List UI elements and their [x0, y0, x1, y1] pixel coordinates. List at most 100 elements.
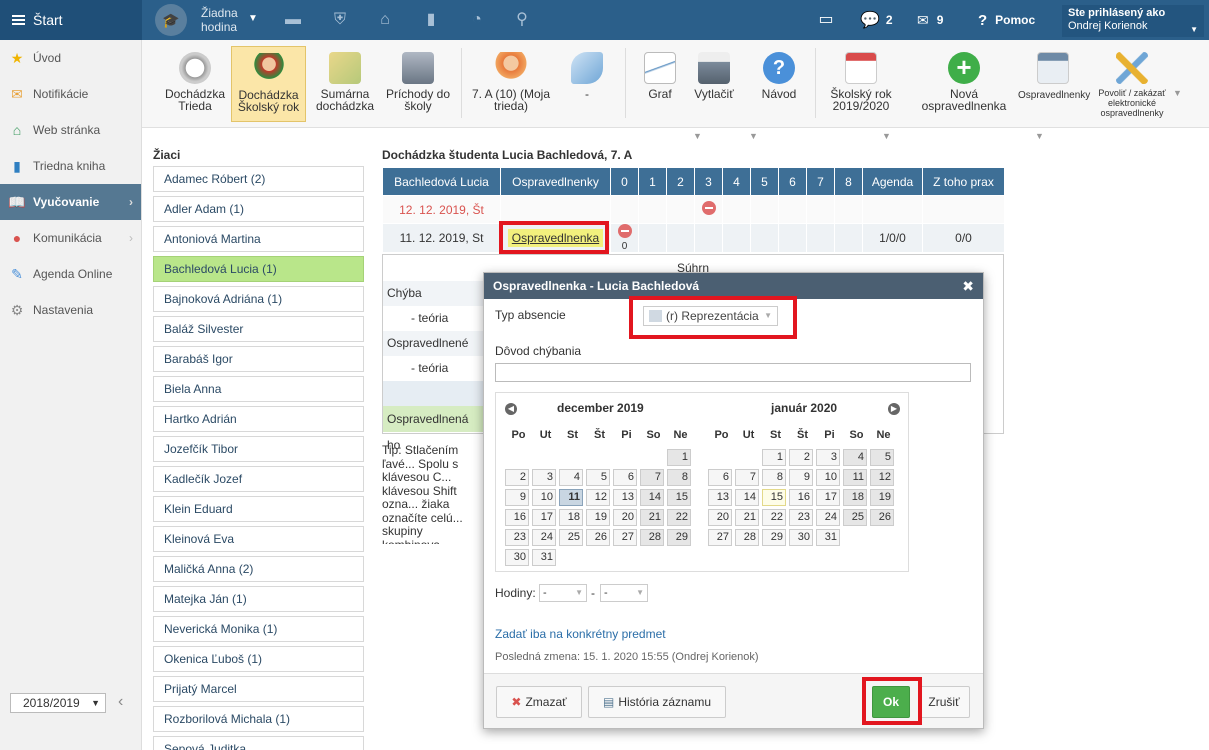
chevron-down-icon[interactable]: ▼	[749, 131, 758, 141]
student-item[interactable]: Biela Anna	[153, 376, 364, 402]
shield-icon[interactable]: ⛨	[330, 10, 350, 30]
sidebar-item-notifikacie[interactable]: ✉ Notifikácie	[0, 76, 141, 112]
school-year-select[interactable]: 2018/2019 ▼	[10, 693, 106, 713]
table-row[interactable]: 11. 12. 2019, St Ospravedlnenka 0 1/0/0 …	[382, 223, 1005, 253]
screen-share-icon[interactable]: ▭	[816, 10, 836, 30]
calendar-day[interactable]: 27	[613, 529, 637, 546]
sumarna-dochadzka-button[interactable]: Sumárna dochádzka	[309, 46, 381, 122]
calendar-day[interactable]: 22	[762, 509, 786, 526]
sidebar-item-agenda-online[interactable]: ✎ Agenda Online	[0, 256, 141, 292]
calendar-day[interactable]: 31	[816, 529, 840, 546]
bar-chart-icon[interactable]: ▮	[421, 10, 441, 30]
prev-month-icon[interactable]: ◀	[505, 403, 517, 415]
calendar-day[interactable]: 12	[586, 489, 610, 506]
hodiny-to-select[interactable]: - ▼	[600, 584, 648, 602]
povolit-zakazat-button[interactable]: Povoliť / zakázať elektronické ospravedl…	[1096, 46, 1168, 122]
calendar-day[interactable]: 2	[505, 469, 529, 486]
calendar-day[interactable]: 31	[532, 549, 556, 566]
calendar-day[interactable]: 3	[816, 449, 840, 466]
calendar-day[interactable]: 25	[559, 529, 583, 546]
calendar-day[interactable]: 19	[870, 489, 894, 506]
calendar-day[interactable]: 13	[708, 489, 732, 506]
calendar-day[interactable]: 10	[816, 469, 840, 486]
calendar-day[interactable]: 13	[613, 489, 637, 506]
calendar-day[interactable]: 30	[789, 529, 813, 546]
student-item[interactable]: Neverická Monika (1)	[153, 616, 364, 642]
dochadzka-trieda-button[interactable]: Dochádzka Trieda	[160, 46, 230, 122]
calendar-day[interactable]: 10	[532, 489, 556, 506]
student-item[interactable]: Antoniová Martina	[153, 226, 364, 252]
calendar-day[interactable]: 27	[708, 529, 732, 546]
chevron-down-icon[interactable]: ▼	[693, 131, 702, 141]
calendar-day[interactable]: 23	[789, 509, 813, 526]
student-item[interactable]: Adamec Róbert (2)	[153, 166, 364, 192]
calendar-day[interactable]: 28	[640, 529, 664, 546]
student-item[interactable]: Prijatý Marcel	[153, 676, 364, 702]
nova-ospravedlnenka-button[interactable]: + Nová ospravedlnenka	[920, 46, 1008, 122]
calendar-day[interactable]: 15	[667, 489, 691, 506]
gauge-icon[interactable]: ◔	[467, 10, 487, 30]
calendar-day[interactable]: 9	[505, 489, 529, 506]
sidebar-item-nastavenia[interactable]: ⚙ Nastavenia	[0, 292, 141, 328]
student-item[interactable]: Jozefčík Tibor	[153, 436, 364, 462]
graduation-cap-icon[interactable]: 🎓	[155, 4, 187, 36]
calendar-day[interactable]: 8	[667, 469, 691, 486]
calendar-day[interactable]: 26	[586, 529, 610, 546]
history-button[interactable]: ▤ História záznamu	[588, 686, 726, 718]
student-item[interactable]: Rozborilová Michala (1)	[153, 706, 364, 732]
start-menu-button[interactable]: Štart	[0, 0, 142, 40]
chevron-down-icon[interactable]: ▼	[1035, 131, 1044, 141]
calendar-day[interactable]: 1	[667, 449, 691, 466]
calendar-day[interactable]: 18	[843, 489, 867, 506]
calendar-day[interactable]: 1	[762, 449, 786, 466]
delete-button[interactable]: ✖ Zmazať	[496, 686, 582, 718]
chevron-down-icon[interactable]: ▼	[1173, 88, 1182, 98]
calendar-day[interactable]: 9	[789, 469, 813, 486]
close-icon[interactable]: ✖	[962, 273, 974, 299]
student-item[interactable]: Sepová Juditka	[153, 736, 364, 750]
calendar-day[interactable]: 29	[762, 529, 786, 546]
student-item[interactable]: Barabáš Igor	[153, 346, 364, 372]
messages-button[interactable]: 💬 2	[860, 0, 893, 40]
help-button[interactable]: ? Pomoc	[978, 0, 1035, 40]
calendar-day[interactable]: 4	[843, 449, 867, 466]
walking-icon[interactable]: ⚲	[512, 10, 532, 30]
calendar-day[interactable]: 8	[762, 469, 786, 486]
calendar-day[interactable]: 14	[640, 489, 664, 506]
student-item[interactable]: Adler Adam (1)	[153, 196, 364, 222]
calendar-day[interactable]: 22	[667, 509, 691, 526]
calendar-day[interactable]: 11	[559, 489, 583, 506]
briefcase-icon[interactable]: ▬	[283, 10, 303, 30]
class-selector[interactable]: 7. A (10) (Moja trieda)	[470, 46, 552, 122]
chevron-down-icon[interactable]: ▼	[248, 13, 258, 24]
calendar-day[interactable]: 25	[843, 509, 867, 526]
calendar-day[interactable]: 14	[735, 489, 759, 506]
calendar-day[interactable]: 15	[762, 489, 786, 506]
calendar-day[interactable]: 17	[532, 509, 556, 526]
calendar-day[interactable]: 26	[870, 509, 894, 526]
typ-absencie-select[interactable]: (r) Reprezentácia ▼	[643, 306, 778, 326]
vytlacit-button[interactable]: Vytlačiť	[690, 46, 738, 122]
sidebar-item-vyucovanie[interactable]: 📖 Vyučovanie ›	[0, 184, 141, 220]
student-item[interactable]: Klein Eduard	[153, 496, 364, 522]
calendar-day[interactable]: 16	[789, 489, 813, 506]
student-item[interactable]: Hartko Adrián	[153, 406, 364, 432]
ok-button[interactable]: Ok	[872, 686, 910, 718]
hodiny-from-select[interactable]: - ▼	[539, 584, 587, 602]
ospravedlnenky-button[interactable]: Ospravedlnenky	[1018, 46, 1090, 122]
calendar-day[interactable]: 24	[532, 529, 556, 546]
navod-button[interactable]: ? Návod	[754, 46, 804, 122]
mail-button[interactable]: ✉ 9	[917, 0, 943, 40]
calendar-day[interactable]: 20	[708, 509, 732, 526]
dochadzka-skolsky-rok-button[interactable]: Dochádzka Školský rok	[231, 46, 306, 122]
lesson-selector[interactable]: Žiadna hodina	[201, 6, 245, 34]
zadat-predmet-link[interactable]: Zadať iba na konkrétny predmet	[495, 627, 666, 641]
calendar-day[interactable]: 18	[559, 509, 583, 526]
bank-icon[interactable]: ⌂	[375, 10, 395, 30]
user-menu[interactable]: Ste prihlásený ako Ondrej Korienok ▼	[1062, 5, 1204, 37]
student-item[interactable]: Bajnoková Adriána (1)	[153, 286, 364, 312]
calendar-day[interactable]: 21	[735, 509, 759, 526]
calendar-day[interactable]: 5	[586, 469, 610, 486]
student-item[interactable]: Maličká Anna (2)	[153, 556, 364, 582]
calendar-day[interactable]: 17	[816, 489, 840, 506]
